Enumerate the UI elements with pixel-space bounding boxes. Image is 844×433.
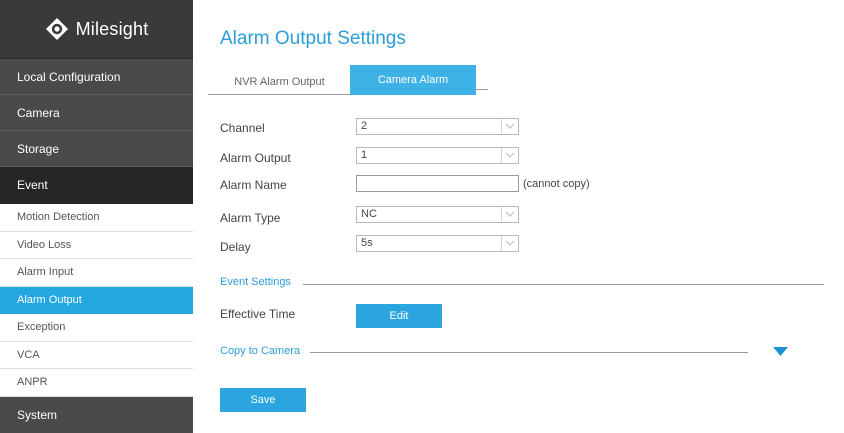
brand-name: Milesight — [75, 18, 149, 39]
alarm-name-hint: (cannot copy) — [523, 178, 590, 190]
delay-label: Delay — [220, 240, 251, 254]
alarm-type-value: NC — [361, 208, 377, 220]
chevron-down-icon — [501, 148, 518, 163]
main-panel: Alarm Output Settings NVR Alarm Output C… — [193, 0, 844, 430]
triangle-down-icon[interactable] — [773, 347, 788, 356]
milesight-logo-icon — [45, 18, 68, 40]
sidebar-item-event[interactable]: Event — [0, 167, 193, 204]
delay-value: 5s — [361, 237, 373, 249]
tab-nvr-alarm-output[interactable]: NVR Alarm Output — [208, 69, 350, 95]
sidebar-subitem-vca[interactable]: VCA — [0, 341, 193, 369]
chevron-down-icon — [501, 119, 518, 134]
sidebar-subitem-video-loss[interactable]: Video Loss — [0, 231, 193, 259]
alarm-name-input[interactable] — [356, 175, 519, 192]
tab-camera-alarm-output[interactable]: Camera Alarm Output — [350, 65, 476, 116]
sidebar-item-system[interactable]: System — [0, 396, 193, 433]
alarm-output-select[interactable]: 1 — [356, 147, 519, 164]
alarm-output-value: 1 — [361, 149, 368, 161]
sidebar-subitem-alarm-output[interactable]: Alarm Output — [0, 286, 193, 314]
sidebar-item-local-configuration[interactable]: Local Configuration — [0, 59, 193, 95]
tab-bar: NVR Alarm Output Camera Alarm Output — [208, 65, 476, 116]
alarm-output-label: Alarm Output — [220, 151, 291, 165]
copy-to-camera-divider — [310, 352, 748, 353]
event-submenu: Motion Detection Video Loss Alarm Input … — [0, 204, 193, 397]
edit-button[interactable]: Edit — [356, 304, 442, 328]
alarm-name-label: Alarm Name — [220, 178, 287, 192]
sidebar-subitem-alarm-input[interactable]: Alarm Input — [0, 259, 193, 287]
alarm-type-label: Alarm Type — [220, 211, 281, 225]
sidebar-subitem-anpr[interactable]: ANPR — [0, 369, 193, 397]
event-settings-title: Event Settings — [220, 276, 291, 288]
tab-underline — [474, 89, 488, 90]
delay-select[interactable]: 5s — [356, 235, 519, 252]
sidebar: Milesight Local Configuration Camera Sto… — [0, 0, 193, 433]
sidebar-subitem-motion-detection[interactable]: Motion Detection — [0, 204, 193, 232]
sidebar-item-storage[interactable]: Storage — [0, 131, 193, 167]
channel-select[interactable]: 2 — [356, 118, 519, 135]
sidebar-item-camera[interactable]: Camera — [0, 95, 193, 131]
chevron-down-icon — [501, 236, 518, 251]
channel-value: 2 — [361, 120, 368, 132]
channel-label: Channel — [220, 121, 265, 135]
brand-header: Milesight — [0, 0, 193, 59]
alarm-type-select[interactable]: NC — [356, 206, 519, 223]
sidebar-subitem-exception[interactable]: Exception — [0, 314, 193, 342]
event-settings-divider — [303, 284, 824, 285]
effective-time-label: Effective Time — [220, 307, 296, 321]
save-button[interactable]: Save — [220, 388, 306, 412]
page-title: Alarm Output Settings — [220, 28, 406, 49]
copy-to-camera-title[interactable]: Copy to Camera — [220, 345, 300, 357]
chevron-down-icon — [501, 207, 518, 222]
